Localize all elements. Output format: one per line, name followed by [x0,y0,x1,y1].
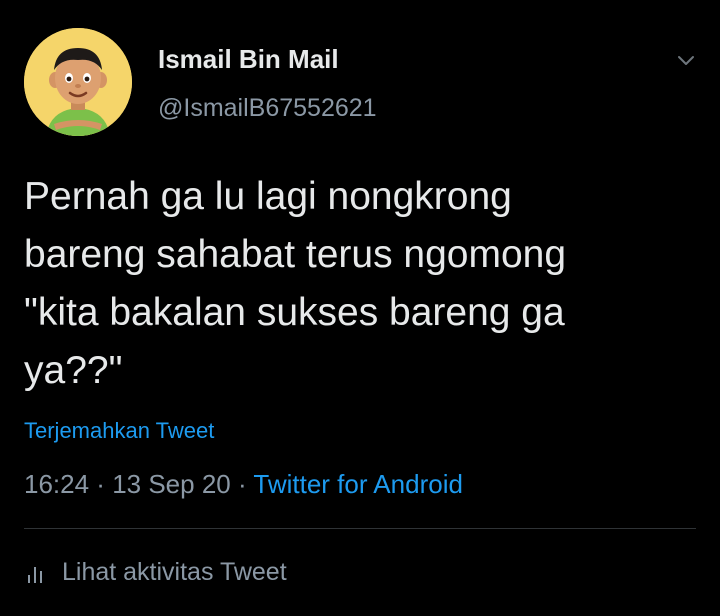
chevron-down-icon[interactable] [676,50,696,70]
translate-tweet-link[interactable]: Terjemahkan Tweet [24,418,214,444]
tweet-source-link[interactable]: Twitter for Android [253,469,463,499]
tweet-detail: Ismail Bin Mail @IsmailB67552621 Pernah … [0,0,720,616]
tweet-time: 16:24 [24,469,90,499]
user-display-name[interactable]: Ismail Bin Mail [158,44,339,75]
activity-label: Lihat aktivitas Tweet [62,558,287,586]
view-tweet-activity-button[interactable]: Lihat aktivitas Tweet [24,558,287,587]
tweet-date: 13 Sep 20 [112,469,231,499]
user-handle[interactable]: @IsmailB67552621 [158,94,377,123]
tweet-metadata: 16:24 · 13 Sep 20 · Twitter for Android [24,469,463,500]
avatar[interactable] [24,28,132,136]
cartoon-boy-avatar-icon [24,28,132,136]
meta-separator: · [89,469,113,499]
meta-separator: · [230,469,254,499]
divider [24,528,696,529]
bar-chart-icon [24,561,48,585]
tweet-text: Pernah ga lu lagi nongkrong bareng sahab… [24,175,567,392]
